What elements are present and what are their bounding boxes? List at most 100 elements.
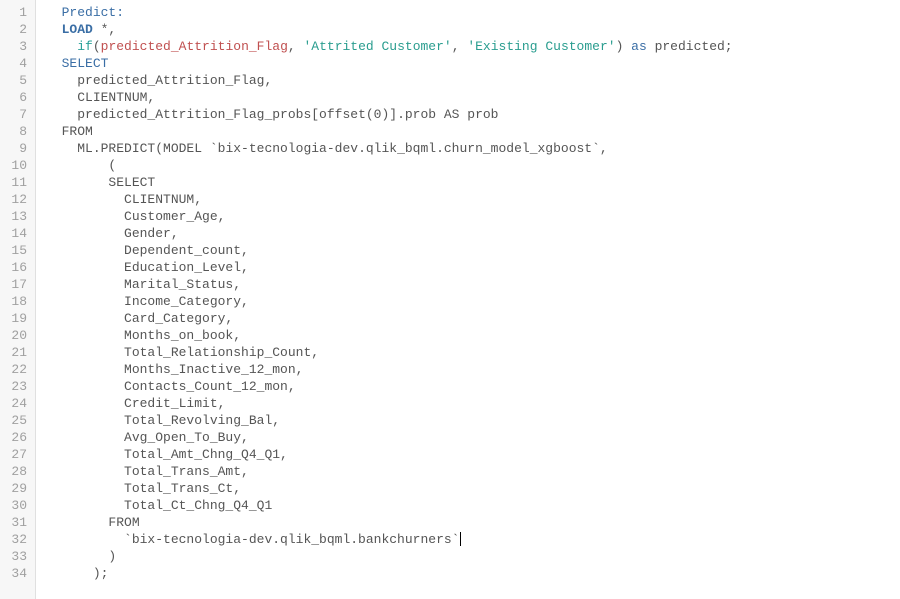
code-line[interactable]: LOAD *, bbox=[46, 21, 733, 38]
line-number: 30 bbox=[0, 497, 27, 514]
code-token: predicted_Attrition_Flag_probs[offset(0)… bbox=[77, 107, 498, 122]
code-line[interactable]: `bix-tecnologia-dev.qlik_bqml.bankchurne… bbox=[46, 531, 733, 548]
line-number: 22 bbox=[0, 361, 27, 378]
code-line[interactable]: ); bbox=[46, 565, 733, 582]
code-token: 'Attrited Customer' bbox=[303, 39, 451, 54]
code-line[interactable]: FROM bbox=[46, 123, 733, 140]
line-number: 5 bbox=[0, 72, 27, 89]
code-line[interactable]: CLIENTNUM, bbox=[46, 191, 733, 208]
line-number: 24 bbox=[0, 395, 27, 412]
line-number: 25 bbox=[0, 412, 27, 429]
line-number: 16 bbox=[0, 259, 27, 276]
code-token: Customer_Age, bbox=[124, 209, 225, 224]
code-token: `bix-tecnologia-dev.qlik_bqml.bankchurne… bbox=[124, 532, 459, 547]
code-token: Marital_Status, bbox=[124, 277, 241, 292]
line-number: 12 bbox=[0, 191, 27, 208]
line-number: 1 bbox=[0, 4, 27, 21]
code-token: ( bbox=[93, 39, 101, 54]
code-token: Total_Amt_Chng_Q4_Q1, bbox=[124, 447, 288, 462]
code-line[interactable]: Education_Level, bbox=[46, 259, 733, 276]
code-line[interactable]: Total_Trans_Amt, bbox=[46, 463, 733, 480]
code-line[interactable]: CLIENTNUM, bbox=[46, 89, 733, 106]
code-token: Months_Inactive_12_mon, bbox=[124, 362, 303, 377]
code-line[interactable]: Marital_Status, bbox=[46, 276, 733, 293]
code-token: CLIENTNUM, bbox=[77, 90, 155, 105]
code-line[interactable]: Total_Revolving_Bal, bbox=[46, 412, 733, 429]
code-token: , bbox=[288, 39, 304, 54]
code-editor-area[interactable]: Predict: LOAD *, if(predicted_Attrition_… bbox=[36, 0, 733, 599]
code-line[interactable]: Months_on_book, bbox=[46, 327, 733, 344]
code-token: Gender, bbox=[124, 226, 179, 241]
code-line[interactable]: Income_Category, bbox=[46, 293, 733, 310]
code-token: ); bbox=[93, 566, 109, 581]
line-number: 18 bbox=[0, 293, 27, 310]
code-token: FROM bbox=[108, 515, 139, 530]
code-token: Contacts_Count_12_mon, bbox=[124, 379, 296, 394]
code-token: CLIENTNUM, bbox=[124, 192, 202, 207]
line-number: 6 bbox=[0, 89, 27, 106]
code-line[interactable]: Customer_Age, bbox=[46, 208, 733, 225]
code-token: if bbox=[77, 39, 93, 54]
code-token: ( bbox=[108, 158, 116, 173]
code-line[interactable]: ( bbox=[46, 157, 733, 174]
line-number: 29 bbox=[0, 480, 27, 497]
code-line[interactable]: ML.PREDICT(MODEL `bix-tecnologia-dev.qli… bbox=[46, 140, 733, 157]
code-line[interactable]: Total_Ct_Chng_Q4_Q1 bbox=[46, 497, 733, 514]
code-line[interactable]: SELECT bbox=[46, 55, 733, 72]
code-line[interactable]: Credit_Limit, bbox=[46, 395, 733, 412]
code-token: Dependent_count, bbox=[124, 243, 249, 258]
code-line[interactable]: SELECT bbox=[46, 174, 733, 191]
line-number: 17 bbox=[0, 276, 27, 293]
code-token: *, bbox=[93, 22, 116, 37]
line-number: 2 bbox=[0, 21, 27, 38]
code-token: 'Existing Customer' bbox=[467, 39, 615, 54]
code-token: SELECT bbox=[108, 175, 155, 190]
code-token: ML.PREDICT(MODEL `bix-tecnologia-dev.qli… bbox=[77, 141, 608, 156]
code-token: Total_Trans_Ct, bbox=[124, 481, 241, 496]
code-line[interactable]: Months_Inactive_12_mon, bbox=[46, 361, 733, 378]
line-number: 19 bbox=[0, 310, 27, 327]
line-number: 11 bbox=[0, 174, 27, 191]
code-line[interactable]: ) bbox=[46, 548, 733, 565]
code-token: , bbox=[452, 39, 468, 54]
line-number: 27 bbox=[0, 446, 27, 463]
code-token: Income_Category, bbox=[124, 294, 249, 309]
code-line[interactable]: predicted_Attrition_Flag_probs[offset(0)… bbox=[46, 106, 733, 123]
line-number: 26 bbox=[0, 429, 27, 446]
code-line[interactable]: Total_Trans_Ct, bbox=[46, 480, 733, 497]
code-line[interactable]: if(predicted_Attrition_Flag, 'Attrited C… bbox=[46, 38, 733, 55]
code-line[interactable]: Gender, bbox=[46, 225, 733, 242]
line-number: 15 bbox=[0, 242, 27, 259]
code-line[interactable]: Total_Amt_Chng_Q4_Q1, bbox=[46, 446, 733, 463]
code-token: Card_Category, bbox=[124, 311, 233, 326]
line-number-gutter: 1234567891011121314151617181920212223242… bbox=[0, 0, 36, 599]
code-line[interactable]: Card_Category, bbox=[46, 310, 733, 327]
code-token: FROM bbox=[62, 124, 93, 139]
code-line[interactable]: Dependent_count, bbox=[46, 242, 733, 259]
line-number: 34 bbox=[0, 565, 27, 582]
code-token: Total_Ct_Chng_Q4_Q1 bbox=[124, 498, 272, 513]
code-token: SELECT bbox=[62, 56, 109, 71]
code-line[interactable]: Total_Relationship_Count, bbox=[46, 344, 733, 361]
text-cursor bbox=[460, 532, 461, 546]
code-token: Predict: bbox=[62, 5, 124, 20]
line-number: 8 bbox=[0, 123, 27, 140]
code-token: Total_Trans_Amt, bbox=[124, 464, 249, 479]
line-number: 9 bbox=[0, 140, 27, 157]
code-line[interactable]: predicted_Attrition_Flag, bbox=[46, 72, 733, 89]
code-token: ) bbox=[616, 39, 632, 54]
code-line[interactable]: FROM bbox=[46, 514, 733, 531]
line-number: 10 bbox=[0, 157, 27, 174]
code-token: Avg_Open_To_Buy, bbox=[124, 430, 249, 445]
code-token: Education_Level, bbox=[124, 260, 249, 275]
line-number: 20 bbox=[0, 327, 27, 344]
line-number: 31 bbox=[0, 514, 27, 531]
code-line[interactable]: Predict: bbox=[46, 4, 733, 21]
code-token: Total_Revolving_Bal, bbox=[124, 413, 280, 428]
line-number: 33 bbox=[0, 548, 27, 565]
code-line[interactable]: Contacts_Count_12_mon, bbox=[46, 378, 733, 395]
code-token: as bbox=[631, 39, 647, 54]
line-number: 23 bbox=[0, 378, 27, 395]
code-token: predicted; bbox=[647, 39, 733, 54]
code-line[interactable]: Avg_Open_To_Buy, bbox=[46, 429, 733, 446]
